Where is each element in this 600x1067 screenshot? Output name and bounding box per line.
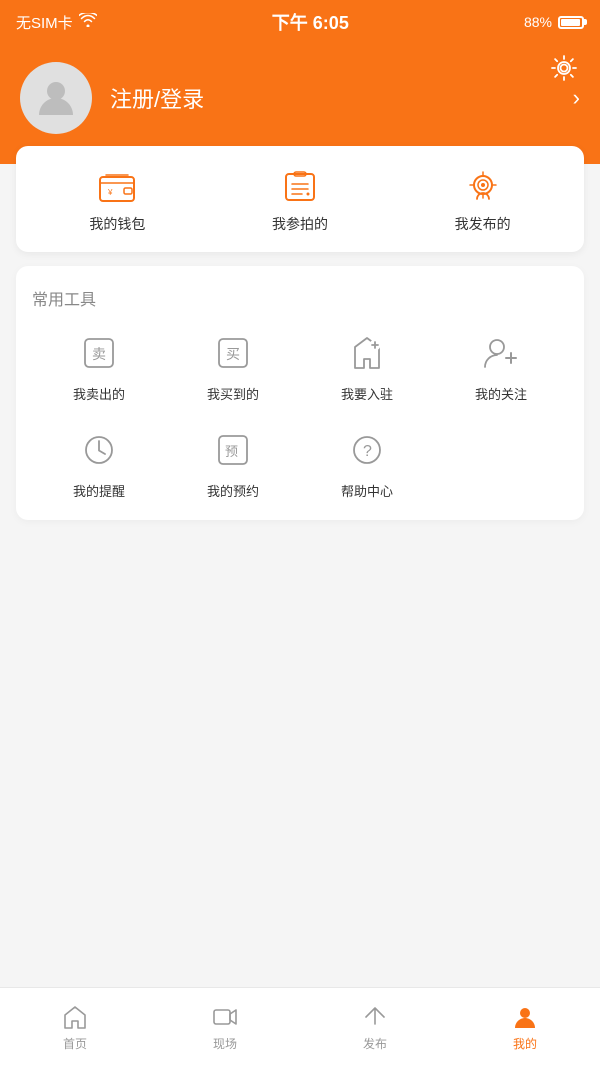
profile-row[interactable]: 注册/登录 › [20, 62, 580, 134]
quick-wallet[interactable]: ¥ 我的钱包 [26, 168, 209, 234]
tool-bought-label: 我买到的 [207, 384, 259, 403]
tool-reservation-label: 我的预约 [207, 481, 259, 500]
tool-help[interactable]: ? 帮助中心 [300, 427, 434, 500]
sim-label: 无SIM卡 [16, 12, 73, 33]
nav-publish-label: 发布 [363, 1035, 387, 1052]
wifi-icon [79, 13, 97, 31]
tool-follow-label: 我的关注 [475, 384, 527, 403]
nav-home[interactable]: 首页 [0, 1003, 150, 1052]
nav-mine[interactable]: 我的 [450, 1003, 600, 1052]
tool-reminder[interactable]: 我的提醒 [32, 427, 166, 500]
login-register-text: 注册/登录 [110, 82, 555, 114]
svg-text:卖: 卖 [92, 346, 106, 362]
help-icon: ? [344, 427, 390, 473]
live-nav-icon [211, 1003, 239, 1031]
svg-text:买: 买 [226, 346, 240, 362]
svg-text:预: 预 [225, 444, 238, 459]
nav-home-label: 首页 [63, 1035, 87, 1052]
publish-nav-icon [361, 1003, 389, 1031]
reservation-icon: 预 [210, 427, 256, 473]
home-nav-icon [61, 1003, 89, 1031]
quick-actions-card: ¥ 我的钱包 我参拍的 我发布的 [16, 146, 584, 252]
battery-icon [558, 16, 584, 29]
wallet-icon: ¥ [94, 168, 140, 206]
status-bar: 无SIM卡 下午 6:05 88% [0, 0, 600, 44]
tool-reminder-label: 我的提醒 [73, 481, 125, 500]
tool-sold[interactable]: 卖 我卖出的 [32, 330, 166, 403]
avatar [20, 62, 92, 134]
battery-percent: 88% [524, 14, 552, 30]
mine-nav-icon [511, 1003, 539, 1031]
published-icon [460, 168, 506, 206]
tool-settle-label: 我要入驻 [341, 384, 393, 403]
bought-icon: 买 [210, 330, 256, 376]
follow-icon [478, 330, 524, 376]
nav-publish[interactable]: 发布 [300, 1003, 450, 1052]
tool-reservation[interactable]: 预 我的预约 [166, 427, 300, 500]
nav-live[interactable]: 现场 [150, 1003, 300, 1052]
bottom-nav: 首页 现场 发布 我的 [0, 987, 600, 1067]
avatar-icon [35, 75, 77, 122]
tool-help-label: 帮助中心 [341, 481, 393, 500]
chevron-right-icon: › [573, 85, 580, 111]
status-left: 无SIM卡 [16, 12, 97, 33]
reminder-icon [76, 427, 122, 473]
nav-mine-label: 我的 [513, 1035, 537, 1052]
tool-sold-label: 我卖出的 [73, 384, 125, 403]
status-right: 88% [524, 14, 584, 30]
tools-grid: 卖 我卖出的 买 我买到的 我要 [32, 330, 568, 500]
tools-title: 常用工具 [32, 286, 568, 310]
svg-text:¥: ¥ [107, 188, 113, 197]
participated-icon [277, 168, 323, 206]
svg-text:?: ? [363, 443, 372, 460]
tool-bought[interactable]: 买 我买到的 [166, 330, 300, 403]
tool-settle[interactable]: 我要入驻 [300, 330, 434, 403]
tools-card: 常用工具 卖 我卖出的 买 我买到的 [16, 266, 584, 520]
quick-wallet-label: 我的钱包 [89, 214, 145, 234]
quick-published[interactable]: 我发布的 [391, 168, 574, 234]
quick-published-label: 我发布的 [455, 214, 511, 234]
sold-icon: 卖 [76, 330, 122, 376]
settle-icon [344, 330, 390, 376]
quick-participated-label: 我参拍的 [272, 214, 328, 234]
nav-live-label: 现场 [213, 1035, 237, 1052]
quick-participated[interactable]: 我参拍的 [209, 168, 392, 234]
tool-follow[interactable]: 我的关注 [434, 330, 568, 403]
settings-button[interactable] [548, 52, 580, 84]
status-time: 下午 6:05 [272, 9, 349, 35]
